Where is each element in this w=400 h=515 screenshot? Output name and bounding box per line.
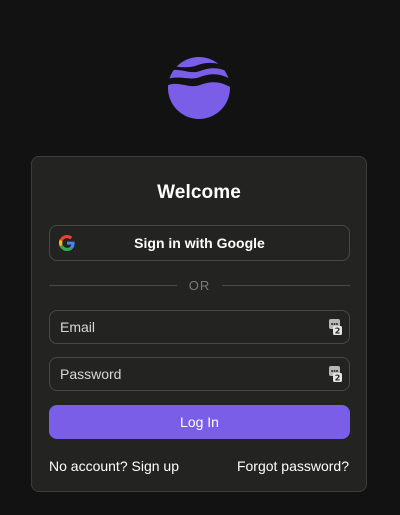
app-logo [168,57,230,119]
login-button-label: Log In [180,414,219,430]
login-page: Welcome Sign in with Google OR Email 2 2… [0,0,400,515]
signup-link[interactable]: No account? Sign up [49,458,179,474]
divider-line [222,285,350,286]
or-divider: OR [49,277,350,293]
forgot-password-link[interactable]: Forgot password? [237,458,349,474]
google-sign-in-label: Sign in with Google [134,235,265,251]
email-field[interactable] [50,311,349,343]
card-title: Welcome [157,182,241,203]
password-field-wrapper: 2 [49,357,350,391]
wave-globe-logo-icon [168,57,230,119]
email-field-wrapper: 2 [49,310,350,344]
password-manager-key-icon[interactable]: 2 [329,319,342,335]
svg-text:2: 2 [335,374,341,383]
svg-text:2: 2 [335,327,341,336]
login-card: Welcome Sign in with Google OR Email 2 2… [31,156,367,492]
password-manager-key-icon[interactable]: 2 [329,366,342,382]
google-sign-in-button[interactable]: Sign in with Google [49,225,350,261]
login-button[interactable]: Log In [49,405,350,439]
password-field[interactable] [50,358,349,390]
